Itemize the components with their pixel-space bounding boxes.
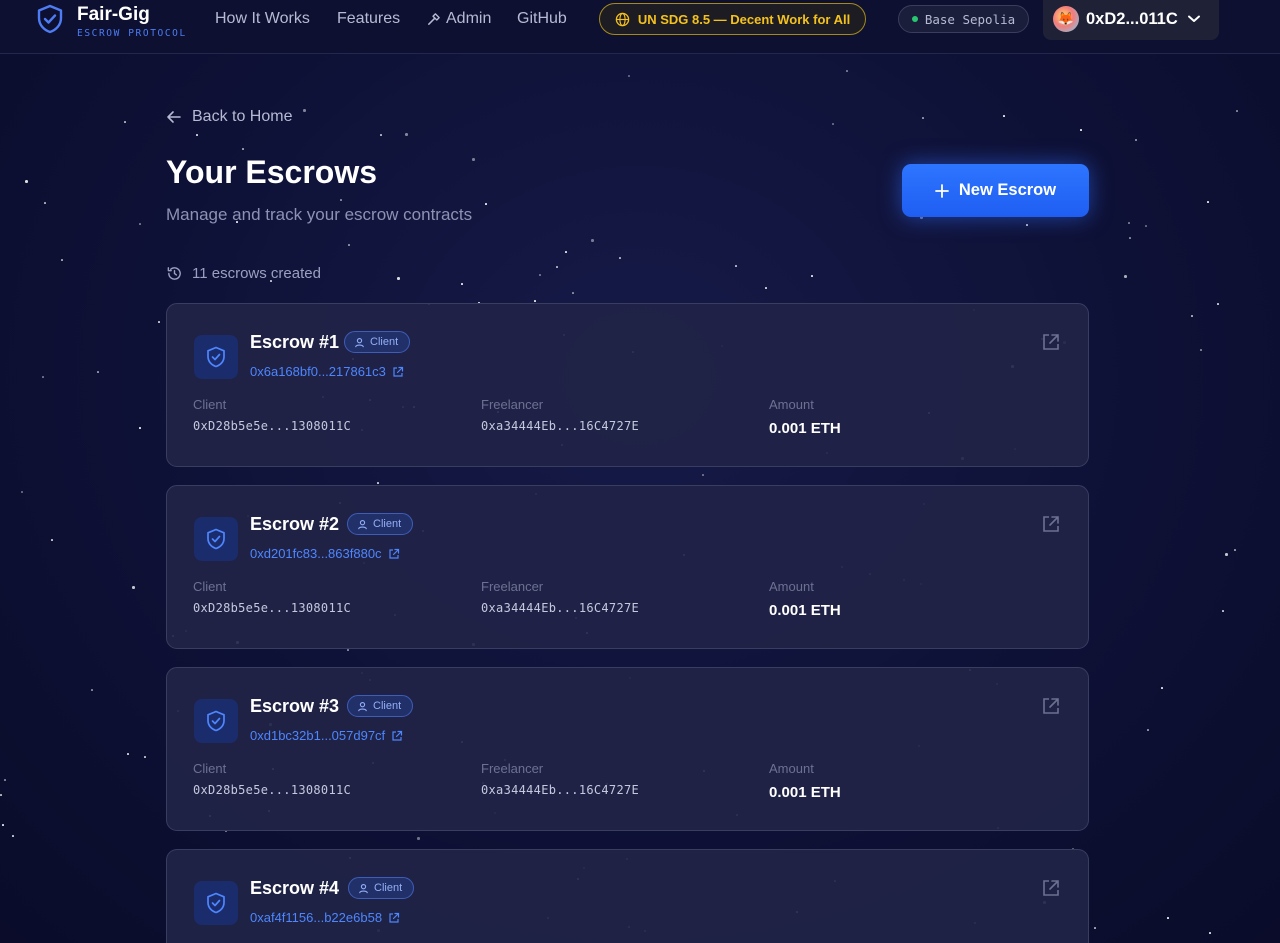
nav-how-it-works[interactable]: How It Works: [215, 10, 310, 28]
nav-github[interactable]: GitHub: [517, 10, 567, 28]
escrow-card[interactable]: Escrow #3 Client 0xd1bc32b1...057d97cf C…: [166, 667, 1089, 831]
role-badge: Client: [347, 513, 414, 535]
new-escrow-button[interactable]: New Escrow: [902, 164, 1089, 217]
role-badge: Client: [344, 331, 411, 353]
page-subtitle: Manage and track your escrow contracts: [166, 205, 473, 224]
escrow-tx-link[interactable]: 0xd1bc32b1...057d97cf: [250, 728, 403, 743]
role-badge-label: Client: [373, 518, 402, 530]
escrow-amount: 0.001 ETH: [769, 420, 841, 437]
role-badge: Client: [348, 877, 415, 899]
new-escrow-label: New Escrow: [958, 181, 1057, 199]
globe-icon: [615, 12, 630, 26]
user-icon: [358, 519, 367, 529]
freelancer-address: 0xa34444Eb...16C4727E: [481, 783, 640, 797]
freelancer-label: Freelancer: [481, 761, 544, 776]
escrow-title: Escrow #2: [250, 514, 340, 534]
sdg-badge-label: UN SDG 8.5 — Decent Work for All: [637, 11, 851, 27]
external-link-icon: [389, 912, 400, 923]
arrow-left-icon: [167, 111, 181, 123]
escrow-tx-link[interactable]: 0xd201fc83...863f880c: [250, 546, 400, 561]
network-badge[interactable]: Base Sepolia: [898, 5, 1029, 33]
user-icon: [358, 701, 367, 711]
open-escrow-icon[interactable]: [1041, 878, 1061, 898]
wallet-button[interactable]: 🦊 0xD2...011C: [1043, 0, 1219, 40]
main-content: Back to Home Your Escrows Manage and tra…: [0, 0, 1280, 943]
client-address: 0xD28b5e5e...1308011C: [193, 601, 352, 615]
wallet-address: 0xD2...011C: [1086, 9, 1178, 28]
freelancer-label: Freelancer: [481, 397, 544, 412]
escrow-amount: 0.001 ETH: [769, 602, 841, 619]
user-icon: [359, 883, 368, 893]
freelancer-address: 0xa34444Eb...16C4727E: [481, 419, 640, 433]
escrow-tx-link[interactable]: 0xaf4f1156...b22e6b58: [250, 910, 400, 925]
nav-features[interactable]: Features: [337, 10, 400, 28]
amount-label: Amount: [769, 397, 814, 412]
client-address: 0xD28b5e5e...1308011C: [193, 419, 352, 433]
chevron-down-icon: [1187, 15, 1200, 22]
role-badge-label: Client: [374, 882, 403, 894]
external-link-icon: [392, 730, 403, 741]
escrow-tx-hash: 0xd1bc32b1...057d97cf: [250, 728, 386, 743]
role-badge-label: Client: [370, 336, 399, 348]
escrow-count: 11 escrows created: [166, 265, 321, 282]
escrow-card[interactable]: Escrow #4 Client 0xaf4f1156...b22e6b58: [166, 849, 1089, 943]
external-link-icon: [393, 366, 404, 377]
shield-logo-icon: [37, 4, 63, 34]
nav-admin[interactable]: Admin: [426, 10, 491, 28]
external-link-icon: [388, 548, 399, 559]
history-icon: [167, 267, 181, 280]
escrow-shield-icon: [194, 699, 238, 743]
open-escrow-icon[interactable]: [1041, 514, 1061, 534]
escrow-title: Escrow #1: [250, 332, 340, 352]
escrow-title: Escrow #3: [250, 696, 340, 716]
escrow-shield-icon: [194, 881, 238, 925]
escrow-tx-hash: 0x6a168bf0...217861c3: [250, 364, 386, 379]
top-navbar: Fair-Gig ESCROW PROTOCOL How It Works Fe…: [0, 0, 1280, 54]
brand-subtitle: ESCROW PROTOCOL: [77, 28, 187, 39]
wallet-avatar: 🦊: [1053, 6, 1079, 32]
back-link-label: Back to Home: [192, 108, 293, 125]
escrow-shield-icon: [194, 517, 238, 561]
escrow-card[interactable]: Escrow #2 Client 0xd201fc83...863f880c C…: [166, 485, 1089, 649]
role-badge: Client: [347, 695, 414, 717]
escrow-tx-link[interactable]: 0x6a168bf0...217861c3: [250, 364, 404, 379]
hammer-icon: [428, 12, 440, 25]
back-to-home-link[interactable]: Back to Home: [166, 108, 292, 126]
open-escrow-icon[interactable]: [1041, 696, 1061, 716]
page-title: Your Escrows: [166, 154, 378, 190]
escrow-count-text: 11 escrows created: [192, 265, 321, 282]
escrow-shield-icon: [194, 335, 238, 379]
amount-label: Amount: [769, 761, 814, 776]
escrow-tx-hash: 0xaf4f1156...b22e6b58: [250, 910, 383, 925]
escrow-card[interactable]: Escrow #1 Client 0x6a168bf0...217861c3 C…: [166, 303, 1089, 467]
escrow-tx-hash: 0xd201fc83...863f880c: [250, 546, 382, 561]
network-name: Base Sepolia: [924, 11, 1016, 27]
sdg-badge[interactable]: UN SDG 8.5 — Decent Work for All: [599, 3, 866, 35]
plus-icon: [934, 183, 949, 198]
client-address: 0xD28b5e5e...1308011C: [193, 783, 352, 797]
amount-label: Amount: [769, 579, 814, 594]
brand-name[interactable]: Fair-Gig: [77, 4, 150, 26]
client-label: Client: [193, 579, 227, 594]
escrow-amount: 0.001 ETH: [769, 784, 841, 801]
client-label: Client: [193, 397, 227, 412]
escrow-title: Escrow #4: [250, 878, 340, 898]
client-label: Client: [193, 761, 227, 776]
user-icon: [355, 337, 364, 347]
freelancer-label: Freelancer: [481, 579, 544, 594]
network-status-dot: [911, 16, 918, 22]
open-escrow-icon[interactable]: [1041, 332, 1061, 352]
freelancer-address: 0xa34444Eb...16C4727E: [481, 601, 640, 615]
role-badge-label: Client: [373, 700, 402, 712]
nav-admin-label: Admin: [446, 10, 492, 27]
